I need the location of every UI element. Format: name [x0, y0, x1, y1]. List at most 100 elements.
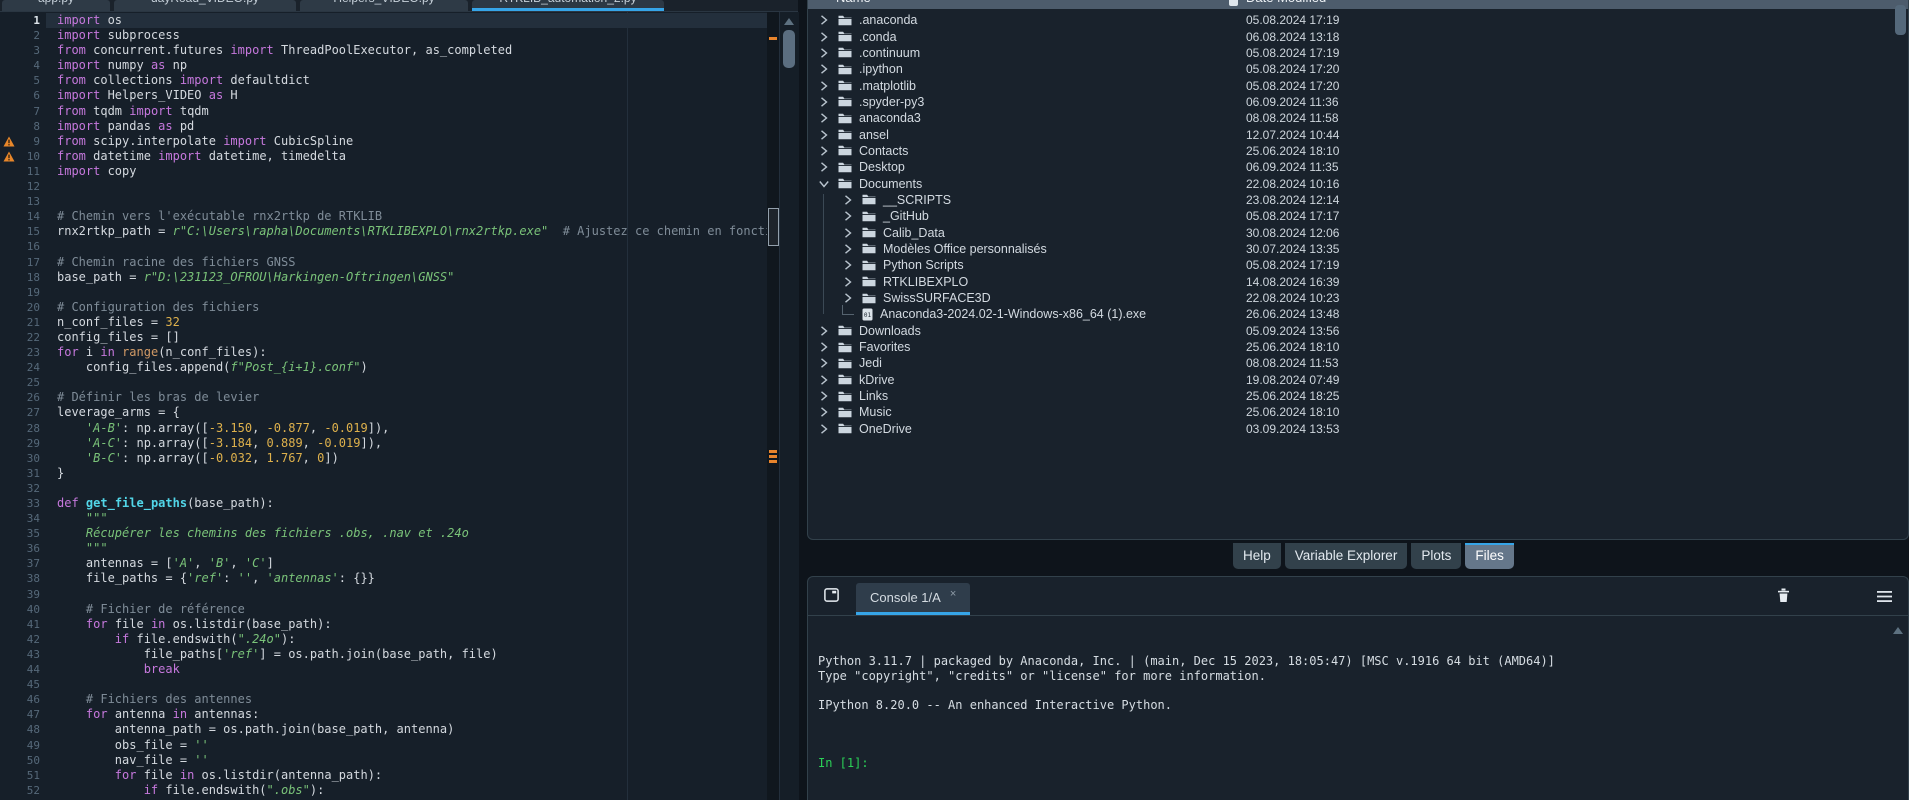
chevron-right-icon[interactable] — [818, 130, 830, 140]
chevron-right-icon[interactable] — [818, 326, 830, 336]
file-tree-row[interactable]: RTKLIBEXPLO14.08.2024 16:39 — [808, 274, 1894, 290]
sort-icon[interactable] — [1229, 0, 1238, 6]
chevron-right-icon[interactable] — [818, 48, 830, 58]
line-number: 2 — [0, 28, 40, 43]
file-tree-row[interactable]: .spyder-py306.09.2024 11:36 — [808, 94, 1894, 110]
code-token: if — [115, 632, 129, 646]
file-tree-row[interactable]: .conda06.08.2024 13:18 — [808, 28, 1894, 44]
code-token — [57, 768, 115, 782]
console-scroll-up-arrow-icon[interactable] — [1893, 627, 1903, 634]
chevron-right-icon[interactable] — [842, 228, 854, 238]
file-tree-row[interactable]: __SCRIPTS23.08.2024 12:14 — [808, 192, 1894, 208]
file-tree-row[interactable]: Favorites25.06.2024 18:10 — [808, 339, 1894, 355]
code-line: 32 — [0, 481, 767, 496]
file-date-modified: 05.08.2024 17:19 — [1246, 258, 1339, 272]
code-token — [57, 707, 86, 721]
chevron-right-icon[interactable] — [818, 146, 830, 156]
close-icon[interactable]: × — [950, 588, 956, 600]
code-token: import — [57, 58, 100, 72]
code-token: config_files = [] — [57, 330, 180, 344]
editor-tab[interactable]: Helpers_VIDEO.py — [300, 0, 468, 11]
chevron-right-icon[interactable] — [818, 97, 830, 107]
file-tree-row[interactable]: Jedi08.08.2024 11:53 — [808, 355, 1894, 371]
chevron-right-icon[interactable] — [818, 391, 830, 401]
chevron-right-icon[interactable] — [842, 211, 854, 221]
file-tree-row[interactable]: Links25.06.2024 18:25 — [808, 388, 1894, 404]
console-window-icon[interactable] — [824, 588, 839, 607]
file-tree-row[interactable]: kDrive19.08.2024 07:49 — [808, 372, 1894, 388]
file-tree-row[interactable]: Calib_Data30.08.2024 12:06 — [808, 224, 1894, 240]
pane-tab-variable-explorer[interactable]: Variable Explorer — [1285, 543, 1408, 569]
file-tree-row[interactable]: Modèles Office personnalisés30.07.2024 1… — [808, 241, 1894, 257]
chevron-right-icon[interactable] — [818, 113, 830, 123]
chevron-right-icon[interactable] — [842, 277, 854, 287]
pane-tab-files[interactable]: Files — [1465, 543, 1514, 569]
chevron-right-icon[interactable] — [842, 260, 854, 270]
file-tree-row[interactable]: SwissSURFACE3D22.08.2024 10:23 — [808, 290, 1894, 306]
code-token: -3.184 — [209, 436, 252, 450]
editor-tab[interactable]: RTKLIB_automation_2.py — [472, 0, 664, 11]
file-tree-row[interactable]: _GitHub05.08.2024 17:17 — [808, 208, 1894, 224]
chevron-right-icon[interactable] — [818, 407, 830, 417]
chevron-right-icon[interactable] — [818, 81, 830, 91]
code-line: 36 """ — [0, 541, 767, 556]
line-number: 48 — [0, 722, 40, 737]
editor-scrollbar[interactable] — [779, 12, 799, 800]
line-number: 49 — [0, 738, 40, 753]
file-tree-row[interactable]: 01Anaconda3-2024.02-1-Windows-x86_64 (1)… — [808, 306, 1894, 322]
scrollflag-viewport-box[interactable] — [768, 208, 779, 246]
file-tree-row[interactable]: .matplotlib05.08.2024 17:20 — [808, 77, 1894, 93]
scroll-up-arrow-icon[interactable] — [784, 18, 794, 25]
chevron-right-icon[interactable] — [818, 15, 830, 25]
console-tab[interactable]: Console 1/A × — [856, 583, 970, 615]
chevron-right-icon[interactable] — [842, 244, 854, 254]
code-line: 21n_conf_files = 32 — [0, 315, 767, 330]
code-token — [57, 526, 86, 540]
chevron-right-icon[interactable] — [818, 375, 830, 385]
chevron-right-icon[interactable] — [818, 64, 830, 74]
chevron-right-icon[interactable] — [818, 358, 830, 368]
code-line: 8import pandas as pd — [0, 119, 767, 134]
console-output[interactable]: Python 3.11.7 | packaged by Anaconda, In… — [818, 625, 1888, 799]
file-date-modified: 25.06.2024 18:10 — [1246, 405, 1339, 419]
file-tree-row[interactable]: ansel12.07.2024 10:44 — [808, 126, 1894, 142]
chevron-right-icon[interactable] — [842, 293, 854, 303]
file-tree-row[interactable]: Music25.06.2024 18:10 — [808, 404, 1894, 420]
code-line: 37 antennas = ['A', 'B', 'C'] — [0, 556, 767, 571]
file-tree-row[interactable]: Desktop06.09.2024 11:35 — [808, 159, 1894, 175]
file-tree-row[interactable]: .anaconda05.08.2024 17:19 — [808, 12, 1894, 28]
chevron-right-icon[interactable] — [818, 342, 830, 352]
column-header-name[interactable]: Name — [836, 0, 871, 8]
code-area[interactable]: 1import os2import subprocess3from concur… — [0, 12, 767, 800]
code-token — [57, 662, 144, 676]
file-tree-row[interactable]: Downloads05.09.2024 13:56 — [808, 323, 1894, 339]
file-tree-row[interactable]: .ipython05.08.2024 17:20 — [808, 61, 1894, 77]
editor-scrollbar-thumb[interactable] — [783, 30, 795, 68]
code-token: -0.032 — [209, 451, 252, 465]
file-tree-row[interactable]: Documents22.08.2024 10:16 — [808, 175, 1894, 191]
file-tree-row[interactable]: OneDrive03.09.2024 13:53 — [808, 421, 1894, 437]
pane-tab-help[interactable]: Help — [1233, 543, 1281, 569]
column-header-date-modified[interactable]: Date Modified — [1246, 0, 1326, 8]
options-menu-icon[interactable] — [1877, 589, 1892, 607]
code-token: : {}} — [339, 571, 375, 585]
file-tree-row[interactable]: .continuum05.08.2024 17:19 — [808, 45, 1894, 61]
editor-tab[interactable]: app.py — [2, 0, 110, 11]
chevron-right-icon[interactable] — [818, 32, 830, 42]
file-date-modified: 22.08.2024 10:23 — [1246, 291, 1339, 305]
chevron-right-icon[interactable] — [842, 195, 854, 205]
chevron-right-icon[interactable] — [818, 162, 830, 172]
line-number: 42 — [0, 632, 40, 647]
remove-console-button[interactable] — [1777, 588, 1790, 608]
file-tree-row[interactable]: Contacts25.06.2024 18:10 — [808, 143, 1894, 159]
code-line: 39 — [0, 587, 767, 602]
chevron-down-icon[interactable] — [818, 180, 830, 188]
chevron-right-icon[interactable] — [818, 424, 830, 434]
pane-tab-plots[interactable]: Plots — [1411, 543, 1461, 569]
editor-tab[interactable]: dayRoad_VIDEO.py — [114, 0, 296, 11]
files-scrollbar-thumb[interactable] — [1895, 5, 1906, 35]
folder-icon — [838, 178, 852, 189]
line-number: 29 — [0, 436, 40, 451]
file-tree-row[interactable]: anaconda308.08.2024 11:58 — [808, 110, 1894, 126]
file-tree-row[interactable]: Python Scripts05.08.2024 17:19 — [808, 257, 1894, 273]
